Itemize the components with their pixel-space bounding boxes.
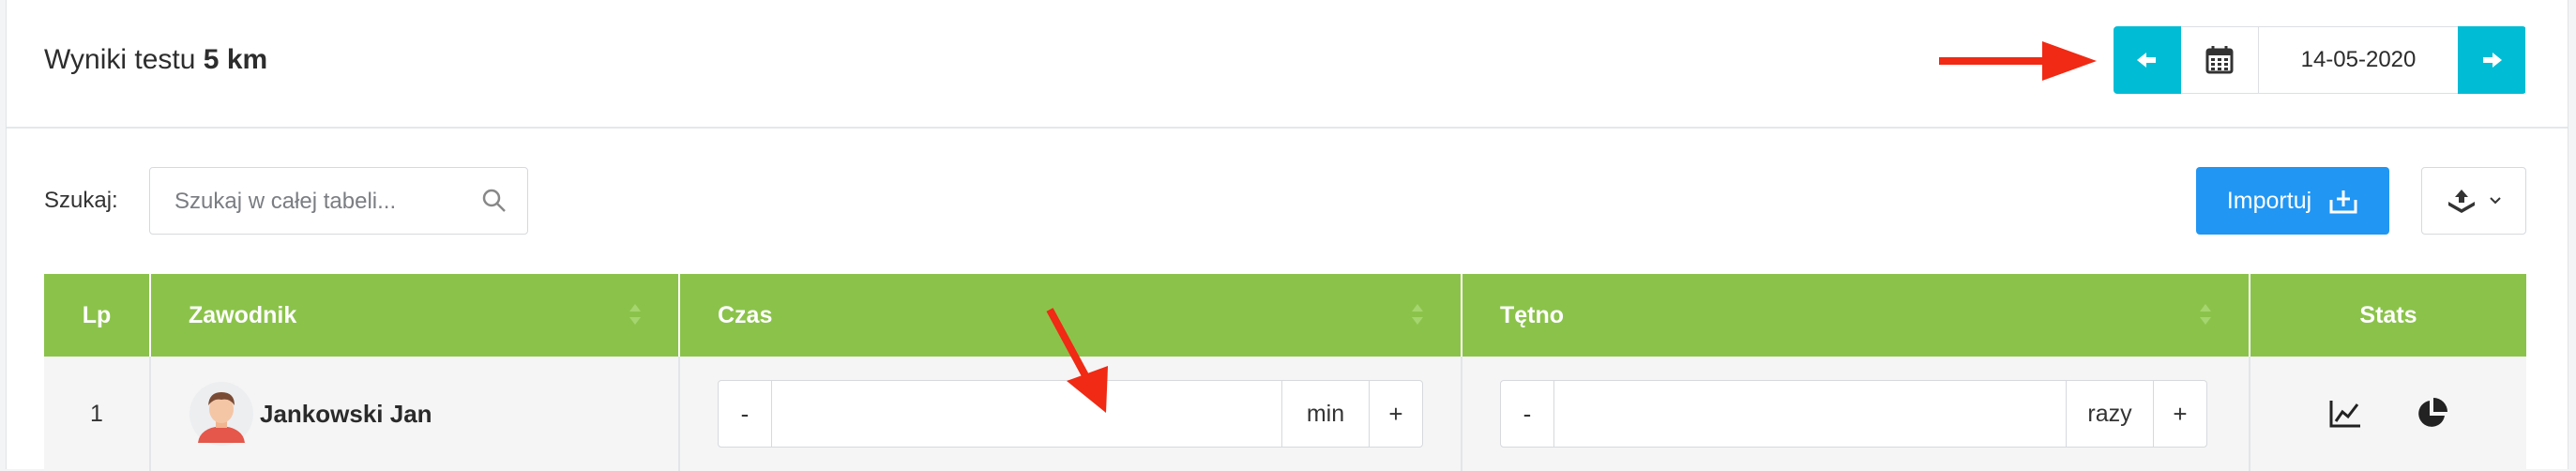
export-icon (2448, 190, 2475, 213)
red-arrow-annotation-right (1939, 41, 2097, 81)
date-picker: 14-05-2020 (2114, 26, 2526, 94)
heart-rate-increment-button[interactable]: + (2154, 381, 2206, 447)
calendar-button[interactable] (2181, 26, 2259, 94)
chevron-down-icon (2490, 197, 2501, 205)
previous-date-button[interactable] (2114, 26, 2181, 94)
cell-lp: 1 (44, 357, 151, 471)
time-input[interactable] (771, 381, 1282, 447)
line-chart-icon[interactable] (2328, 399, 2362, 429)
sort-icon (2200, 304, 2211, 325)
cell-heart-rate: - razy + (1462, 357, 2250, 471)
cell-player: Jankowski Jan (150, 357, 680, 471)
arrow-left-icon (2137, 53, 2156, 68)
search-input[interactable]: Szukaj w całej tabeli... (149, 167, 528, 235)
search-placeholder: Szukaj w całej tabeli... (174, 189, 397, 214)
heart-rate-unit-label: razy (2067, 381, 2154, 447)
calendar-icon (2205, 46, 2234, 74)
column-label-czas: Czas (718, 301, 773, 328)
cell-stats (2250, 357, 2526, 471)
page-title: Wyniki testu 5 km (44, 41, 267, 79)
time-increment-button[interactable]: + (1370, 381, 1422, 447)
column-label-tetno: Tętno (1500, 301, 1565, 328)
column-label-zawodnik: Zawodnik (189, 301, 297, 328)
results-table: Lp Zawodnik Czas Tętno Stats 1 Jankowski… (44, 274, 2526, 471)
red-arrow-annotation-down (1046, 308, 1108, 413)
sort-icon (629, 304, 641, 325)
heart-rate-input[interactable] (1553, 381, 2067, 447)
import-label: Importuj (2226, 187, 2312, 214)
results-card: Wyniki testu 5 km 14-05-2020 Szukaj: Szu… (6, 0, 2568, 471)
export-dropdown-button[interactable] (2421, 167, 2526, 235)
search-label: Szukaj: (44, 188, 118, 213)
pie-chart-icon[interactable] (2415, 397, 2448, 431)
table-row: 1 Jankowski Jan - min + - razy + (44, 357, 2526, 471)
column-header-zawodnik[interactable]: Zawodnik (150, 274, 680, 357)
import-button[interactable]: Importuj (2196, 167, 2389, 235)
sort-icon (1412, 304, 1423, 325)
upload-tray-icon (2329, 190, 2357, 214)
heart-rate-input-group: - razy + (1500, 380, 2207, 448)
heart-rate-decrement-button[interactable]: - (1501, 381, 1553, 447)
title-distance: 5 km (203, 44, 268, 75)
time-decrement-button[interactable]: - (719, 381, 771, 447)
date-input[interactable]: 14-05-2020 (2259, 26, 2458, 94)
title-prefix: Wyniki testu (44, 44, 196, 75)
column-header-stats: Stats (2250, 274, 2526, 357)
card-header: Wyniki testu 5 km 14-05-2020 (7, 0, 2568, 129)
table-header-row: Lp Zawodnik Czas Tętno Stats (44, 274, 2526, 357)
time-unit-label: min (1282, 381, 1370, 447)
avatar (189, 382, 253, 446)
column-header-tetno[interactable]: Tętno (1462, 274, 2250, 357)
arrow-right-icon (2483, 53, 2502, 68)
search-icon (482, 189, 506, 212)
player-name[interactable]: Jankowski Jan (260, 400, 432, 429)
next-date-button[interactable] (2458, 26, 2525, 94)
column-header-lp[interactable]: Lp (44, 274, 151, 357)
